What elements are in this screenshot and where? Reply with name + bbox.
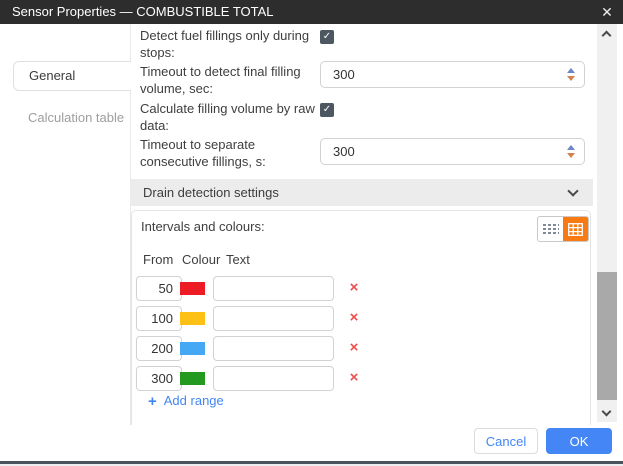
sidebar: General Calculation table bbox=[0, 24, 131, 425]
delete-row-icon[interactable]: × bbox=[346, 278, 362, 298]
text-input[interactable] bbox=[213, 366, 334, 391]
scroll-up-button[interactable] bbox=[597, 24, 617, 42]
check-icon: ✓ bbox=[323, 104, 331, 115]
from-input[interactable] bbox=[136, 306, 182, 331]
field-label-detect-fillings: Detect fuel fillings only during stops: bbox=[140, 27, 325, 61]
vertical-scrollbar[interactable] bbox=[597, 24, 617, 422]
field-label-calc-raw-data: Calculate filling volume by raw data: bbox=[140, 100, 325, 134]
close-icon[interactable]: ✕ bbox=[595, 0, 619, 24]
intervals-label: Intervals and colours: bbox=[141, 219, 265, 234]
chevron-down-icon bbox=[567, 185, 578, 196]
from-input[interactable] bbox=[136, 336, 182, 361]
dialog-footer: Cancel OK bbox=[0, 425, 623, 460]
dialog-title: Sensor Properties — COMBUSTIBLE TOTAL bbox=[12, 0, 274, 24]
column-header-from: From bbox=[143, 252, 173, 267]
tab-calculation-table[interactable]: Calculation table bbox=[28, 108, 128, 128]
scroll-down-button[interactable] bbox=[597, 404, 617, 422]
plus-icon: + bbox=[148, 393, 157, 410]
delete-row-icon[interactable]: × bbox=[346, 338, 362, 358]
interval-row: × bbox=[0, 306, 623, 331]
timeout-consecutive-field bbox=[320, 138, 585, 165]
chevron-down-icon bbox=[602, 407, 612, 417]
field-label-timeout-final-filling: Timeout to detect final filling volume, … bbox=[140, 63, 325, 97]
text-input[interactable] bbox=[213, 336, 334, 361]
add-range-label: Add range bbox=[164, 393, 224, 408]
intervals-panel bbox=[131, 210, 591, 456]
spinner-icon[interactable] bbox=[567, 68, 575, 81]
grid-view-icon bbox=[568, 223, 583, 236]
drain-detection-label: Drain detection settings bbox=[143, 179, 279, 206]
grid-view-button[interactable] bbox=[563, 217, 588, 241]
colour-swatch[interactable] bbox=[180, 372, 205, 385]
view-toggle-group bbox=[537, 216, 589, 242]
text-input[interactable] bbox=[213, 276, 334, 301]
tab-general-label: General bbox=[29, 68, 75, 83]
spinner-icon[interactable] bbox=[567, 145, 575, 158]
timeout-consecutive-input[interactable] bbox=[320, 138, 585, 165]
tab-calculation-table-label: Calculation table bbox=[28, 110, 124, 125]
text-input[interactable] bbox=[213, 306, 334, 331]
colour-swatch[interactable] bbox=[180, 312, 205, 325]
column-header-colour: Colour bbox=[182, 252, 220, 267]
colour-swatch[interactable] bbox=[180, 282, 205, 295]
sensor-properties-dialog: Sensor Properties — COMBUSTIBLE TOTAL ✕ … bbox=[0, 0, 623, 466]
timeout-final-filling-input[interactable] bbox=[320, 61, 585, 88]
ok-button[interactable]: OK bbox=[546, 428, 612, 454]
field-label-timeout-consecutive: Timeout to separate consecutive fillings… bbox=[140, 136, 325, 170]
dialog-titlebar: Sensor Properties — COMBUSTIBLE TOTAL ✕ bbox=[0, 0, 623, 24]
interval-row: × bbox=[0, 276, 623, 301]
timeout-final-filling-field bbox=[320, 61, 585, 88]
detect-fillings-checkbox[interactable]: ✓ bbox=[320, 30, 334, 44]
delete-row-icon[interactable]: × bbox=[346, 308, 362, 328]
interval-row: × bbox=[0, 366, 623, 391]
list-view-icon bbox=[543, 224, 559, 235]
interval-row: × bbox=[0, 336, 623, 361]
tab-general[interactable]: General bbox=[13, 61, 131, 91]
delete-row-icon[interactable]: × bbox=[346, 368, 362, 388]
from-input[interactable] bbox=[136, 276, 182, 301]
calc-raw-data-checkbox[interactable]: ✓ bbox=[320, 103, 334, 117]
scrollbar-thumb[interactable] bbox=[597, 272, 617, 400]
drain-detection-section-header[interactable]: Drain detection settings bbox=[130, 179, 593, 206]
from-input[interactable] bbox=[136, 366, 182, 391]
chevron-up-icon bbox=[602, 31, 612, 41]
list-view-button[interactable] bbox=[538, 217, 563, 241]
check-icon: ✓ bbox=[323, 31, 331, 42]
column-header-text: Text bbox=[226, 252, 250, 267]
colour-swatch[interactable] bbox=[180, 342, 205, 355]
add-range-button[interactable]: + Add range bbox=[148, 393, 224, 411]
cancel-button[interactable]: Cancel bbox=[474, 428, 538, 454]
